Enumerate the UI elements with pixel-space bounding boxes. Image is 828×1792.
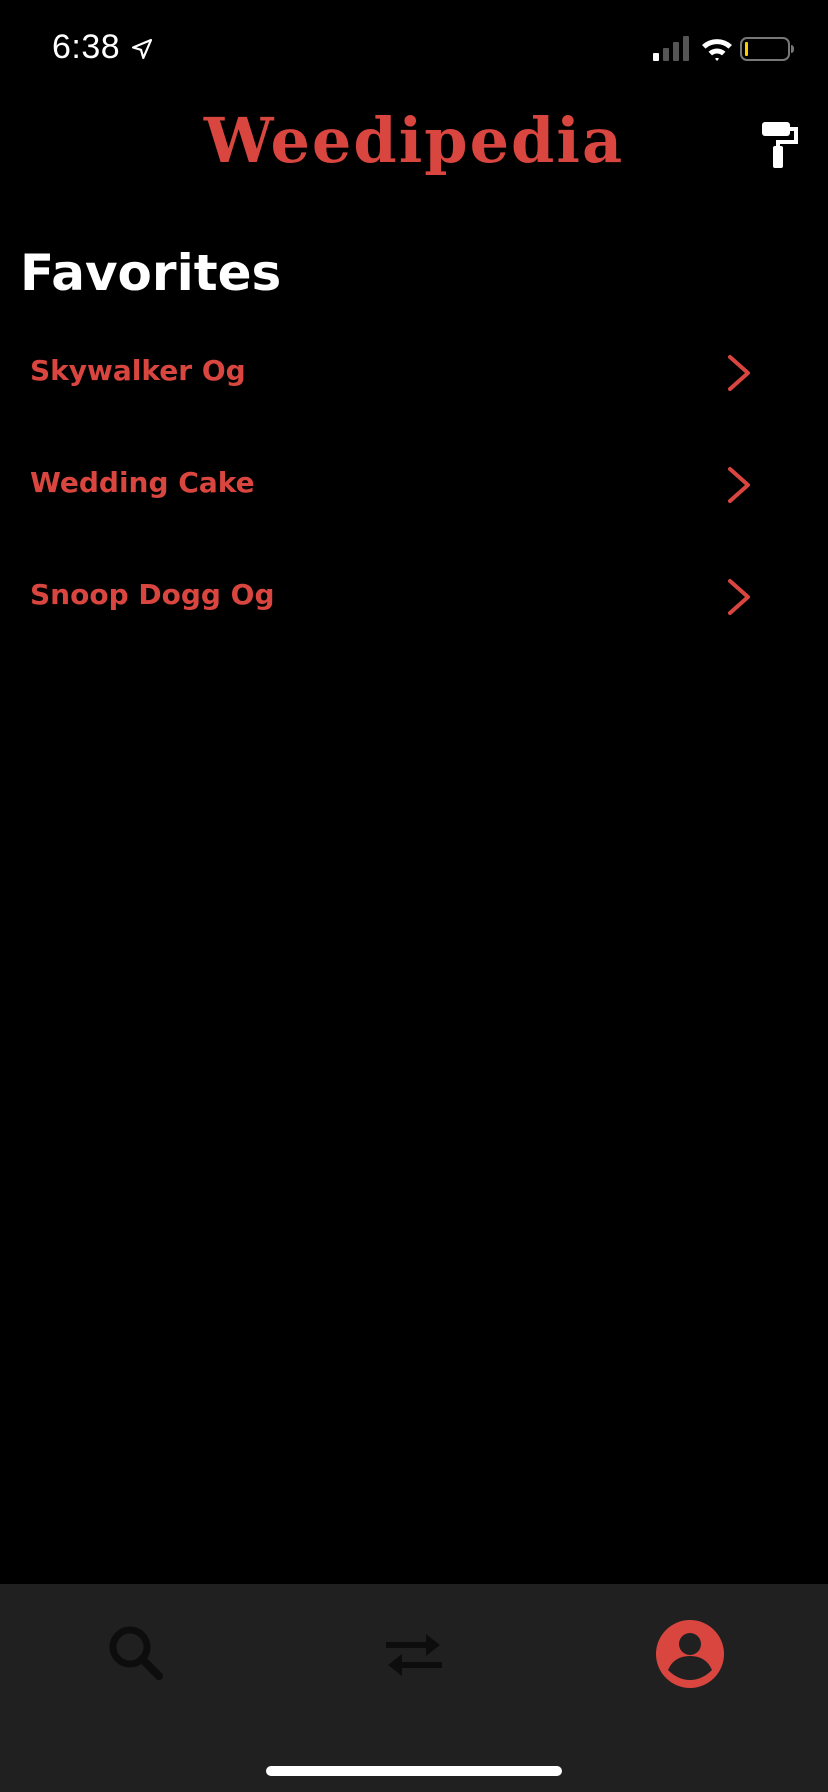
status-time: 6:38 (52, 28, 121, 66)
battery-icon (740, 37, 794, 61)
page-title: Favorites (20, 244, 282, 302)
chevron-right-icon (728, 355, 750, 391)
status-bar: 6:38 (0, 0, 828, 100)
paint-roller-icon (762, 122, 798, 168)
swap-arrows-icon (386, 1634, 442, 1676)
home-indicator (266, 1766, 562, 1776)
list-item-label: Skywalker Og (30, 354, 246, 387)
tab-search[interactable] (97, 1614, 177, 1694)
app-title: Weedipedia (203, 104, 625, 177)
list-item-label: Snoop Dogg Og (30, 578, 275, 611)
tab-swap[interactable] (374, 1614, 454, 1694)
theme-button[interactable] (758, 118, 802, 170)
list-item[interactable]: Snoop Dogg Og (0, 542, 828, 654)
chevron-right-icon (728, 467, 750, 503)
profile-icon (656, 1620, 724, 1688)
tab-bar (0, 1584, 828, 1792)
tab-profile[interactable] (650, 1614, 730, 1694)
list-item[interactable]: Wedding Cake (0, 430, 828, 542)
search-icon (109, 1626, 163, 1680)
location-arrow-icon (131, 38, 153, 60)
favorites-list: Skywalker Og Wedding Cake Snoop Dogg Og (0, 318, 828, 654)
chevron-right-icon (728, 579, 750, 615)
list-item[interactable]: Skywalker Og (0, 318, 828, 430)
wifi-icon (702, 39, 732, 61)
list-item-label: Wedding Cake (30, 466, 255, 499)
cellular-signal-icon (653, 36, 689, 61)
